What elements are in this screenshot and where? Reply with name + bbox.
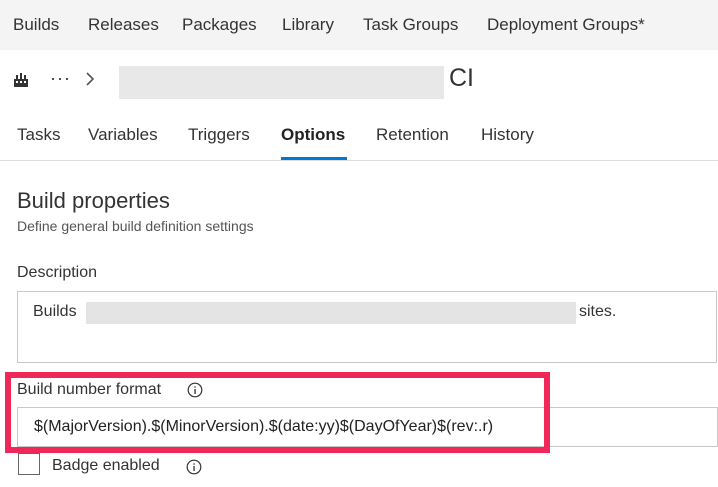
tab-tasks[interactable]: Tasks — [17, 125, 60, 145]
nav-builds[interactable]: Builds — [13, 15, 59, 35]
nav-library[interactable]: Library — [282, 15, 334, 35]
description-text-end: sites. — [579, 303, 617, 320]
badge-enabled-checkbox[interactable] — [18, 453, 40, 475]
build-number-format-label: Build number format — [17, 381, 162, 398]
tab-triggers[interactable]: Triggers — [188, 125, 250, 145]
nav-deployment-groups[interactable]: Deployment Groups* — [487, 15, 645, 35]
section-subtitle: Define general build definition settings — [17, 218, 254, 234]
pipeline-icon — [14, 73, 28, 87]
badge-enabled-label: Badge enabled — [52, 457, 160, 474]
description-field[interactable]: Builds sites. — [17, 291, 717, 363]
tab-options[interactable]: Options — [281, 125, 345, 145]
redacted-pipeline-name — [119, 66, 444, 99]
definition-tabs: Tasks Variables Triggers Options Retenti… — [0, 112, 718, 161]
redacted-description-text — [86, 302, 576, 324]
top-navigation: Builds Releases Packages Library Task Gr… — [0, 0, 718, 50]
build-number-format-input[interactable]: $(MajorVersion).$(MinorVersion).$(date:y… — [17, 407, 718, 447]
section-title: Build properties — [17, 188, 170, 213]
description-text-start: Builds — [33, 303, 77, 320]
nav-packages[interactable]: Packages — [182, 15, 257, 35]
tab-variables[interactable]: Variables — [88, 125, 158, 145]
chevron-right-icon — [86, 72, 95, 86]
nav-task-groups[interactable]: Task Groups — [363, 15, 458, 35]
nav-releases[interactable]: Releases — [88, 15, 159, 35]
tab-retention[interactable]: Retention — [376, 125, 449, 145]
active-tab-indicator — [281, 157, 347, 160]
badge-info-icon[interactable] — [186, 459, 202, 475]
info-icon[interactable] — [187, 382, 203, 398]
tab-history[interactable]: History — [481, 125, 534, 145]
pipeline-name-suffix[interactable]: CI — [449, 64, 474, 93]
breadcrumb-more-button[interactable]: ··· — [50, 68, 71, 89]
description-label: Description — [17, 264, 98, 281]
